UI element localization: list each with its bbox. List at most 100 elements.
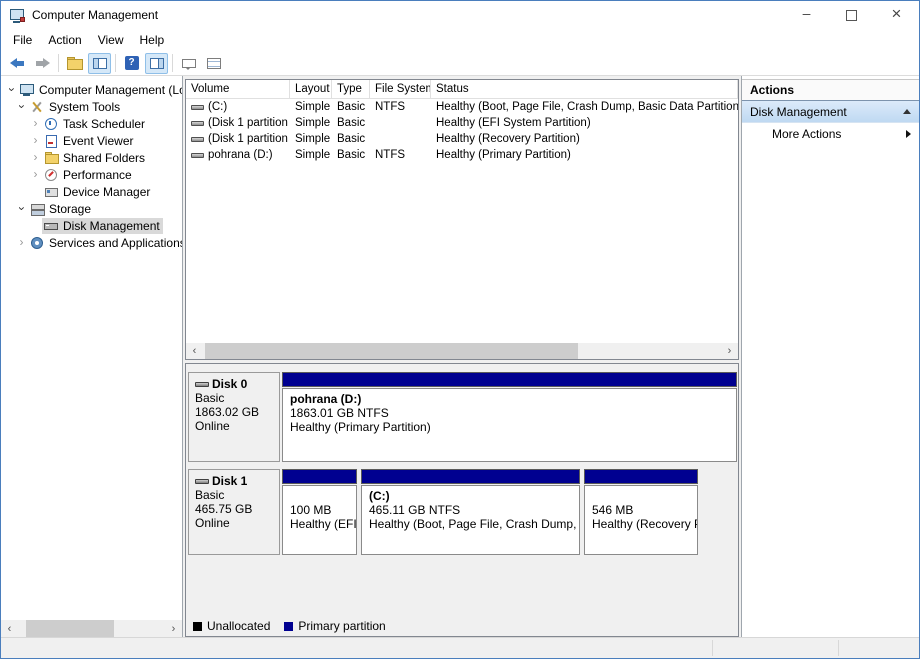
scrollbar-thumb[interactable] (205, 342, 578, 359)
volume-horizontal-scrollbar[interactable]: ‹ › (186, 342, 738, 360)
tree-item-label: Disk Management (63, 218, 160, 233)
column-header-layout[interactable]: Layout (290, 80, 332, 99)
disk-size: 1863.02 GB (195, 405, 260, 419)
tree-item-performance[interactable]: › Performance (1, 166, 182, 183)
toolbar-separator (172, 54, 173, 72)
scroll-left-icon[interactable]: ‹ (1, 620, 18, 637)
window-controls (784, 1, 919, 29)
status-cell: Healthy (Recovery Partition) (436, 133, 580, 145)
tree-item-disk-management[interactable]: Disk Management (1, 217, 182, 234)
back-icon (10, 58, 25, 68)
scroll-right-icon[interactable]: › (721, 343, 738, 360)
forward-icon (35, 58, 50, 68)
expander-icon[interactable]: › (29, 134, 42, 147)
collapse-icon[interactable] (903, 109, 911, 114)
tree-item-label: System Tools (49, 99, 121, 114)
actions-group-disk-management[interactable]: Disk Management (742, 101, 919, 123)
scrollbar-thumb[interactable] (26, 620, 114, 637)
column-header-volume[interactable]: Volume (186, 80, 290, 99)
menu-action[interactable]: Action (40, 31, 89, 49)
tree-item-system-tools[interactable]: › System Tools (1, 98, 182, 115)
expander-icon[interactable]: › (15, 202, 29, 215)
volume-icon (191, 104, 204, 110)
type-cell: Basic (337, 101, 366, 113)
partition-c[interactable]: (C:) 465.11 GB NTFS Healthy (Boot, Page Fi… (361, 469, 580, 555)
disk-size: 465.75 GB (195, 502, 253, 516)
tree-item-label: Shared Folders (63, 150, 146, 165)
scroll-left-icon[interactable]: ‹ (186, 343, 203, 360)
up-folder-button[interactable] (63, 53, 86, 74)
column-header-type[interactable]: Type (332, 80, 370, 99)
legend-label: Unallocated (207, 619, 271, 633)
unallocated-swatch (193, 621, 202, 631)
column-header-status[interactable]: Status (431, 80, 738, 99)
volume-row-disk-1-partition-1[interactable]: (Disk 1 partition 1) Simple Basic Healthy (… (186, 115, 738, 131)
more-actions-item[interactable]: More Actions (742, 123, 919, 145)
disk-name-text: Disk 0 (212, 377, 248, 391)
expander-icon[interactable]: › (5, 83, 19, 96)
volume-row-disk-1-partition-4[interactable]: (Disk 1 partition 4) Simple Basic Healthy (… (186, 131, 738, 147)
volume-list-header: Volume Layout Type File System Status (186, 80, 738, 99)
menu-help[interactable]: Help (132, 31, 173, 49)
partition-546-mb[interactable]: 546 MBHealthy (Recovery Partition) (584, 469, 698, 555)
minimize-button[interactable] (784, 1, 829, 29)
back-button[interactable] (6, 53, 29, 74)
task-scheduler-icon (43, 117, 59, 131)
layout-cell: Simple (295, 117, 331, 129)
file-system-cell: NTFS (375, 101, 406, 113)
toolbar (1, 51, 919, 76)
forward-button[interactable] (31, 53, 54, 74)
expander-icon[interactable]: › (29, 117, 42, 130)
computer-management-window: Computer Management FileActionViewHelp ›… (0, 0, 920, 659)
submenu-arrow-icon (906, 130, 911, 138)
partition-size: 100 MB (290, 503, 332, 517)
show-console-tree-icon (92, 57, 107, 69)
help-button[interactable] (120, 53, 143, 74)
partition-pohrana-d[interactable]: pohrana (D:) 1863.01 GB NTFS Healthy (Prim… (282, 372, 737, 462)
tree-item-shared-folders[interactable]: › Shared Folders (1, 149, 182, 166)
disk-name-text: Disk 1 (212, 474, 248, 488)
legend-item-unallocated: Unallocated (193, 619, 270, 633)
storage-icon (29, 202, 45, 216)
volume-row-pohrana-d[interactable]: pohrana (D:) Simple Basic NTFS Healthy (Prim… (186, 147, 738, 163)
popup-window-button[interactable] (177, 53, 200, 74)
partition-info: 100 MBHealthy (EFI System Partition) (282, 485, 357, 555)
tree-item-event-viewer[interactable]: › Event Viewer (1, 132, 182, 149)
disk-label-disk-1[interactable]: Disk 1 Basic 465.75 GB Online (188, 469, 280, 555)
tree-item-storage[interactable]: › Storage (1, 200, 182, 217)
partition-legend: Unallocated Primary partition (186, 616, 738, 636)
volume-row-c[interactable]: (C:) Simple Basic NTFS Healthy (Boot, Page F… (186, 99, 738, 115)
partition-size: 546 MB (592, 503, 634, 517)
show-console-tree-button[interactable] (88, 52, 111, 74)
scroll-right-icon[interactable]: › (165, 620, 182, 637)
tree-item-label: Device Manager (63, 184, 151, 199)
close-button[interactable] (874, 1, 919, 29)
volume-name: (C:) (208, 101, 228, 113)
expander-icon[interactable]: › (29, 168, 42, 181)
disk-kind: Basic (195, 391, 225, 405)
column-header-file-system[interactable]: File System (370, 80, 431, 99)
type-cell: Basic (337, 117, 366, 129)
properties-button[interactable] (202, 53, 225, 74)
menu-file[interactable]: File (5, 31, 40, 49)
partition-100-mb[interactable]: 100 MBHealthy (EFI System Partition) (282, 469, 357, 555)
tree-horizontal-scrollbar[interactable]: ‹ › (1, 620, 182, 637)
primary-partition-swatch (284, 621, 294, 631)
show-action-pane-button[interactable] (145, 52, 168, 74)
tree-item-device-manager[interactable]: Device Manager (1, 183, 182, 200)
menu-view[interactable]: View (90, 31, 132, 49)
volume-cell: (Disk 1 partition 4) (186, 133, 290, 145)
event-viewer-icon (43, 134, 59, 148)
maximize-button[interactable] (829, 1, 874, 29)
toolbar-separator (115, 54, 116, 72)
tree-item-task-scheduler[interactable]: › Task Scheduler (1, 115, 182, 132)
expander-icon[interactable]: › (15, 236, 28, 249)
tree-item-computer-management-local[interactable]: › Computer Management (Local) (1, 81, 182, 98)
disk-label-disk-0[interactable]: Disk 0 Basic 1863.02 GB Online (188, 372, 280, 462)
partition-title: pohrana (D:) (290, 392, 362, 406)
tree-item-services-and-applications[interactable]: › Services and Applications (1, 234, 183, 251)
expander-icon[interactable]: › (15, 100, 29, 113)
volume-name: pohrana (D:) (208, 149, 273, 161)
expander-icon[interactable]: › (29, 151, 42, 164)
disk-rows: Disk 0 Basic 1863.02 GB Online pohrana (D:) 1… (186, 364, 738, 555)
